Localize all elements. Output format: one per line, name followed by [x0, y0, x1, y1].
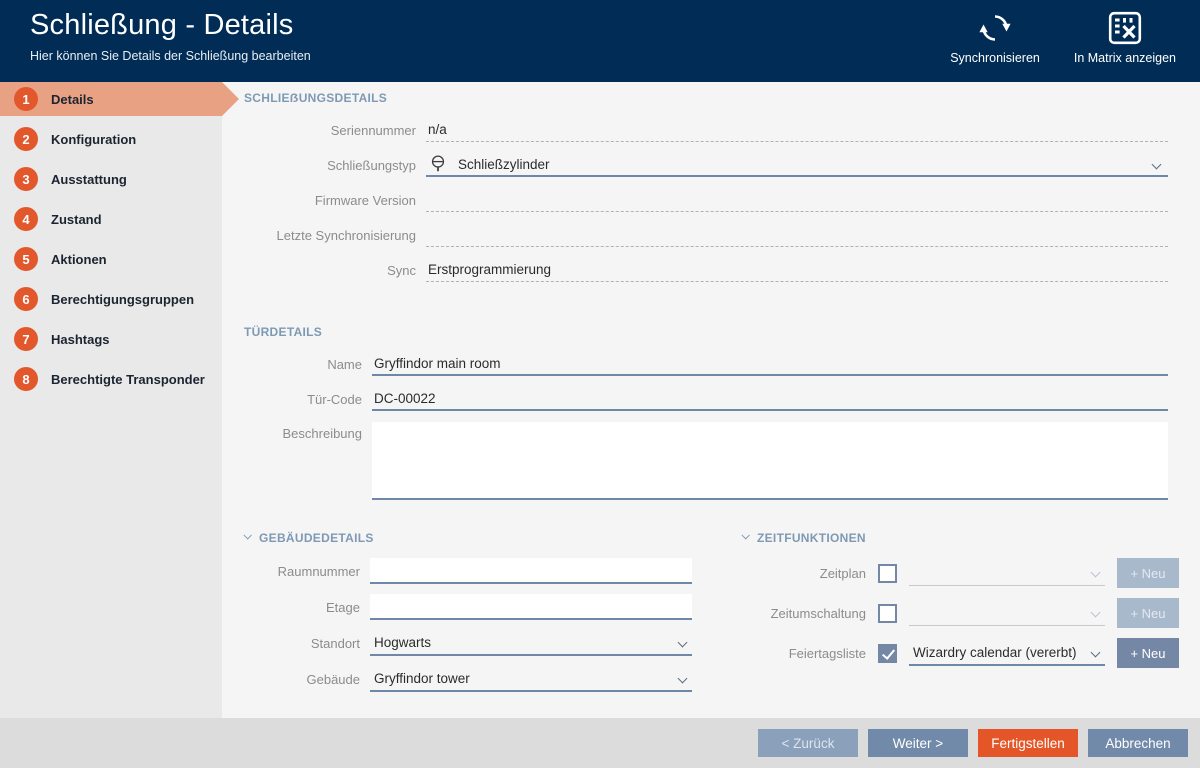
sidebar-item-berechtigte-transponder[interactable]: 8 Berechtigte Transponder: [0, 362, 222, 396]
schliessungstyp-value: Schließzylinder: [458, 157, 550, 172]
etage-label: Etage: [244, 600, 360, 615]
standort-select[interactable]: Hogwarts: [370, 630, 692, 656]
zeitplan-checkbox[interactable]: [878, 564, 897, 583]
firmware-value: [426, 188, 1168, 212]
sidebar-item-label: Aktionen: [51, 252, 107, 267]
chevron-down-icon: [1091, 648, 1101, 658]
lock-cylinder-icon: [430, 153, 446, 175]
sidebar-item-label: Berechtigte Transponder: [51, 372, 205, 387]
tuer-code-label: Tür-Code: [244, 392, 362, 407]
show-in-matrix-label: In Matrix anzeigen: [1074, 51, 1176, 65]
sidebar-item-label: Ausstattung: [51, 172, 127, 187]
zeitumschaltung-label: Zeitumschaltung: [742, 606, 866, 621]
section-title-time: ZEITFUNKTIONEN: [757, 531, 866, 545]
zeitumschaltung-select[interactable]: [909, 600, 1105, 626]
section-door-details: TÜRDETAILS Name Gryffindor main room Tür…: [244, 324, 1168, 500]
chevron-down-icon: [1091, 608, 1101, 618]
tuer-code-field[interactable]: DC-00022: [372, 387, 1168, 411]
feiertagsliste-checkbox[interactable]: [878, 644, 897, 663]
sidebar-item-label: Details: [51, 92, 94, 107]
step-number-badge: 7: [14, 327, 38, 351]
sidebar-item-details[interactable]: 1 Details: [0, 82, 222, 116]
sync-value: Erstprogrammierung: [426, 258, 1168, 282]
raumnummer-label: Raumnummer: [244, 564, 360, 579]
zeitplan-select[interactable]: [909, 560, 1105, 586]
sidebar-item-hashtags[interactable]: 7 Hashtags: [0, 322, 222, 356]
feiertagsliste-new-button[interactable]: + Neu: [1117, 638, 1179, 668]
back-button[interactable]: < Zurück: [758, 729, 858, 757]
chevron-down-icon: [1152, 160, 1162, 170]
seriennummer-value: n/a: [426, 118, 1168, 142]
wizard-footer: < Zurück Weiter > Fertigstellen Abbreche…: [0, 718, 1200, 768]
finish-button[interactable]: Fertigstellen: [978, 729, 1078, 757]
sync-label: Sync: [244, 263, 416, 278]
schliessungstyp-label: Schließungstyp: [244, 158, 416, 173]
section-lock-details: SCHLIEẞUNGSDETAILS Seriennummer n/a Schl…: [244, 90, 1168, 282]
step-number-badge: 2: [14, 127, 38, 151]
gebaeude-select[interactable]: Gryffindor tower: [370, 666, 692, 692]
sidebar-item-ausstattung[interactable]: 3 Ausstattung: [0, 162, 222, 196]
sidebar-item-aktionen[interactable]: 5 Aktionen: [0, 242, 222, 276]
letzte-synchronisierung-value: [426, 223, 1168, 247]
gebaeude-value: Gryffindor tower: [374, 671, 470, 686]
standort-value: Hogwarts: [374, 635, 431, 650]
section-time-functions: ZEITFUNKTIONEN Zeitplan + Neu Zeitumscha…: [742, 530, 1179, 702]
feiertagsliste-value: Wizardry calendar (vererbt): [913, 645, 1077, 660]
next-button[interactable]: Weiter >: [868, 729, 968, 757]
beschreibung-field[interactable]: [372, 422, 1168, 500]
show-in-matrix-button[interactable]: In Matrix anzeigen: [1074, 10, 1176, 82]
section-building-details: GEBÄUDEDETAILS Raumnummer Etage Standort…: [244, 530, 702, 702]
sync-icon: [977, 10, 1013, 46]
letzte-synchronisierung-label: Letzte Synchronisierung: [244, 228, 416, 243]
synchronize-label: Synchronisieren: [950, 51, 1040, 65]
sidebar-item-zustand[interactable]: 4 Zustand: [0, 202, 222, 236]
sidebar-item-label: Hashtags: [51, 332, 110, 347]
raumnummer-input[interactable]: [370, 558, 692, 584]
cancel-button[interactable]: Abbrechen: [1088, 729, 1188, 757]
step-number-badge: 4: [14, 207, 38, 231]
section-header-time[interactable]: ZEITFUNKTIONEN: [742, 530, 1179, 545]
zeitumschaltung-new-button[interactable]: + Neu: [1117, 598, 1179, 628]
step-number-badge: 6: [14, 287, 38, 311]
page-title: Schließung - Details: [30, 9, 311, 42]
step-number-badge: 5: [14, 247, 38, 271]
sidebar-item-label: Zustand: [51, 212, 102, 227]
section-title-building: GEBÄUDEDETAILS: [259, 531, 374, 545]
chevron-down-icon: [1091, 568, 1101, 578]
zeitplan-new-button[interactable]: + Neu: [1117, 558, 1179, 588]
name-label: Name: [244, 357, 362, 372]
name-field[interactable]: Gryffindor main room: [372, 352, 1168, 376]
details-form: SCHLIEẞUNGSDETAILS Seriennummer n/a Schl…: [222, 82, 1200, 718]
sidebar-item-berechtigungsgruppen[interactable]: 6 Berechtigungsgruppen: [0, 282, 222, 316]
zeitplan-label: Zeitplan: [742, 566, 866, 581]
seriennummer-label: Seriennummer: [244, 123, 416, 138]
sidebar-item-label: Konfiguration: [51, 132, 136, 147]
gebaeude-label: Gebäude: [244, 672, 360, 687]
chevron-down-icon: [678, 638, 688, 648]
feiertagsliste-label: Feiertagsliste: [742, 646, 866, 661]
synchronize-button[interactable]: Synchronisieren: [950, 10, 1040, 82]
firmware-label: Firmware Version: [244, 193, 416, 208]
step-number-badge: 1: [14, 87, 38, 111]
standort-label: Standort: [244, 636, 360, 651]
section-title-lock-details: SCHLIEẞUNGSDETAILS: [244, 90, 1168, 105]
section-title-door-details: TÜRDETAILS: [244, 324, 1168, 339]
sidebar-item-label: Berechtigungsgruppen: [51, 292, 194, 307]
collapse-chevron-icon: [243, 531, 251, 539]
schliessungstyp-select[interactable]: Schließzylinder: [426, 153, 1168, 177]
etage-input[interactable]: [370, 594, 692, 620]
step-number-badge: 8: [14, 367, 38, 391]
matrix-icon: [1107, 10, 1143, 46]
chevron-down-icon: [678, 674, 688, 684]
step-number-badge: 3: [14, 167, 38, 191]
feiertagsliste-select[interactable]: Wizardry calendar (vererbt): [909, 640, 1105, 666]
wizard-sidebar: 1 Details 2 Konfiguration 3 Ausstattung …: [0, 82, 222, 718]
page-subtitle: Hier können Sie Details der Schließung b…: [30, 49, 311, 63]
title-bar: Schließung - Details Hier können Sie Det…: [0, 0, 1200, 82]
beschreibung-label: Beschreibung: [244, 422, 362, 441]
collapse-chevron-icon: [741, 531, 749, 539]
section-header-building[interactable]: GEBÄUDEDETAILS: [244, 530, 702, 545]
zeitumschaltung-checkbox[interactable]: [878, 604, 897, 623]
sidebar-item-konfiguration[interactable]: 2 Konfiguration: [0, 122, 222, 156]
